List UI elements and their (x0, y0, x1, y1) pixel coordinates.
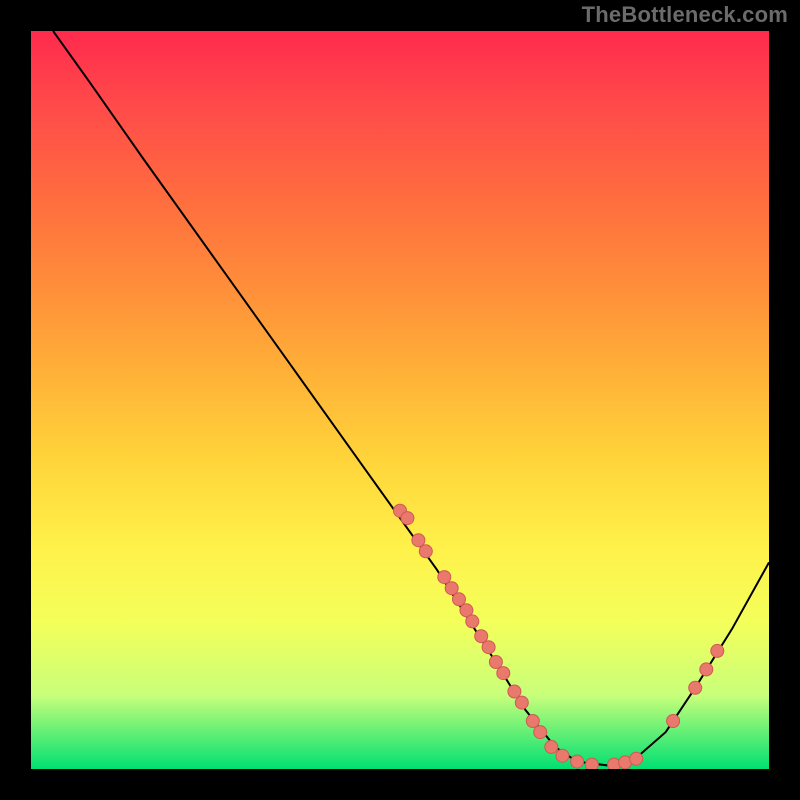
marker-dot (556, 749, 569, 762)
marker-dot (419, 545, 432, 558)
marker-dot (571, 755, 584, 768)
marker-dot (700, 663, 713, 676)
attribution-label: TheBottleneck.com (582, 2, 788, 28)
chart-svg (31, 31, 769, 769)
chart-container: TheBottleneck.com (0, 0, 800, 800)
marker-dot (667, 715, 680, 728)
marker-dot (438, 571, 451, 584)
marker-dot (412, 534, 425, 547)
marker-dot (545, 740, 558, 753)
marker-dot (630, 752, 643, 765)
marker-dot (466, 615, 479, 628)
marker-dot (508, 685, 521, 698)
marker-dot (453, 593, 466, 606)
marker-dot (526, 715, 539, 728)
marker-dot (711, 644, 724, 657)
marker-dot (489, 656, 502, 669)
marker-dot (482, 641, 495, 654)
marker-dots-group (394, 504, 724, 769)
marker-dot (497, 667, 510, 680)
marker-dot (689, 681, 702, 694)
marker-dot (401, 512, 414, 525)
bottleneck-curve-line (53, 31, 769, 765)
marker-dot (515, 696, 528, 709)
marker-dot (585, 758, 598, 769)
marker-dot (534, 726, 547, 739)
marker-dot (475, 630, 488, 643)
plot-area (31, 31, 769, 769)
marker-dot (445, 582, 458, 595)
